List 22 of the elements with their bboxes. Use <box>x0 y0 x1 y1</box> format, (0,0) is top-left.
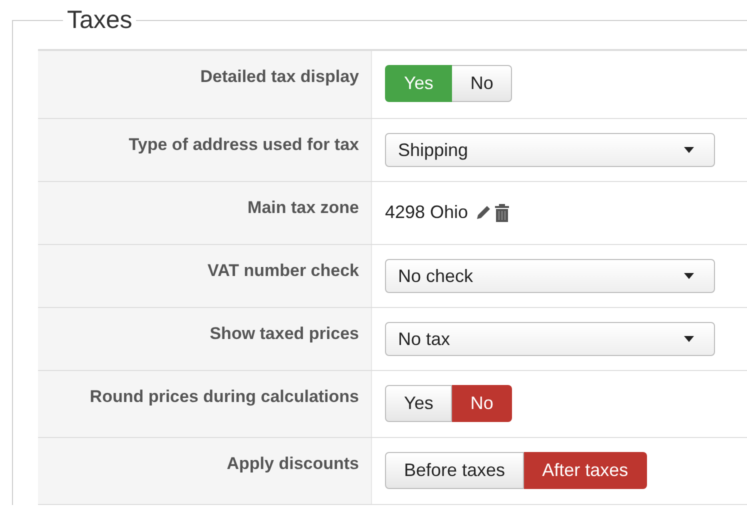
toggle-option[interactable]: Yes <box>385 385 452 422</box>
field-label: Detailed tax display <box>38 51 372 118</box>
toggle-option[interactable]: After taxes <box>524 452 648 489</box>
pencil-icon[interactable] <box>474 204 492 222</box>
toggle-option[interactable]: No <box>452 65 512 102</box>
field-label: Show taxed prices <box>38 308 372 370</box>
field-label: Round prices during calculations <box>38 371 372 437</box>
field-label: Main tax zone <box>38 182 372 244</box>
toggle-option[interactable]: No <box>452 385 512 422</box>
dropdown[interactable]: No tax <box>385 322 715 356</box>
field-label: VAT number check <box>38 245 372 307</box>
caret-icon <box>684 273 694 279</box>
dropdown[interactable]: Shipping <box>385 133 715 167</box>
field-label: Type of address used for tax <box>38 119 372 181</box>
field-label: Apply discounts <box>38 438 372 504</box>
caret-icon <box>684 336 694 342</box>
zone-value: 4298 Ohio <box>385 202 468 223</box>
section-title: Taxes <box>66 6 134 35</box>
dropdown[interactable]: No check <box>385 259 715 293</box>
toggle-option[interactable]: Before taxes <box>385 452 524 489</box>
trash-icon[interactable] <box>494 202 510 222</box>
caret-icon <box>684 147 694 153</box>
